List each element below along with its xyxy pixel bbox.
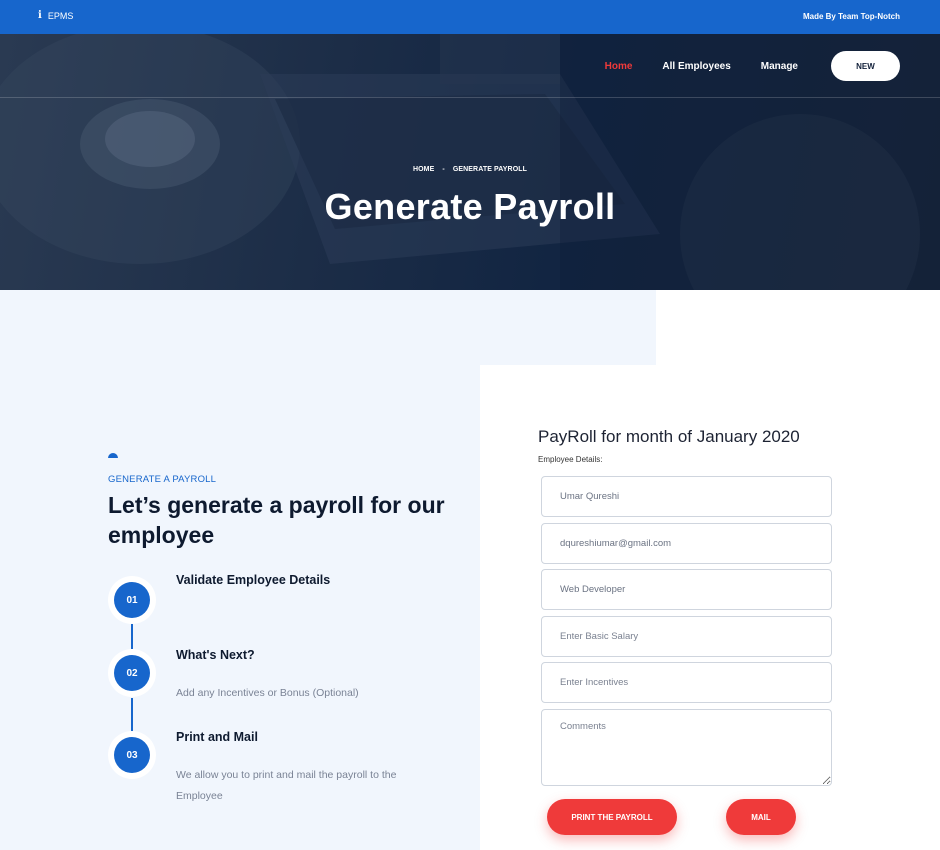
step-1-circle: 01 [108,576,156,624]
step-3-title: Print and Mail [176,730,258,744]
main-nav: Home All Employees Manage NEW [575,51,900,81]
breadcrumb-home[interactable]: HOME [413,166,434,173]
form-title: PayRoll for month of January 2020 [538,427,800,446]
employee-role-field[interactable] [541,569,832,610]
brand[interactable]: i EPMS [38,10,73,21]
made-by-text: Made By Team Top-Notch [802,12,900,21]
section-eyebrow: GENERATE A PAYROLL [108,474,217,485]
new-button[interactable]: NEW [831,51,900,81]
step-1-number: 01 [114,582,150,618]
print-payroll-button[interactable]: PRINT THE PAYROLL [547,799,677,835]
section-dot [108,453,118,458]
step-1-title: Validate Employee Details [176,573,331,587]
brand-label: EPMS [47,10,74,21]
breadcrumb: HOME - GENERATE PAYROLL [0,166,940,173]
breadcrumb-current: GENERATE PAYROLL [452,166,528,173]
incentives-input[interactable] [541,662,832,703]
step-connector [131,698,133,732]
form-subtitle: Employee Details: [538,455,603,464]
nav-divider [0,97,940,98]
nav-manage[interactable]: Manage [761,61,798,72]
employee-name-field[interactable] [541,476,832,517]
top-bar: i EPMS Made By Team Top-Notch [0,0,940,34]
nav-home[interactable]: Home [605,61,633,72]
step-2-circle: 02 [108,649,156,697]
section-headline: Let’s generate a payroll for our employe… [108,492,445,548]
step-2-title: What's Next? [176,648,255,662]
employee-email-field[interactable] [541,523,832,564]
breadcrumb-separator: - [442,166,445,173]
step-connector [131,623,133,649]
hero-banner: Home All Employees Manage NEW HOME - GENER… [0,34,940,290]
basic-salary-input[interactable] [541,616,832,657]
comments-textarea[interactable] [541,709,832,786]
nav-all-employees[interactable]: All Employees [662,61,730,72]
step-3-number: 03 [114,737,150,773]
info-icon: i [38,10,42,21]
step-3-description: We allow you to print and mail the payro… [176,769,397,802]
step-2-description: Add any Incentives or Bonus (Optional) [176,687,359,699]
page-title: Generate Payroll [324,186,616,227]
step-2-number: 02 [114,655,150,691]
mail-button[interactable]: MAIL [726,799,796,835]
step-3-circle: 03 [108,731,156,779]
